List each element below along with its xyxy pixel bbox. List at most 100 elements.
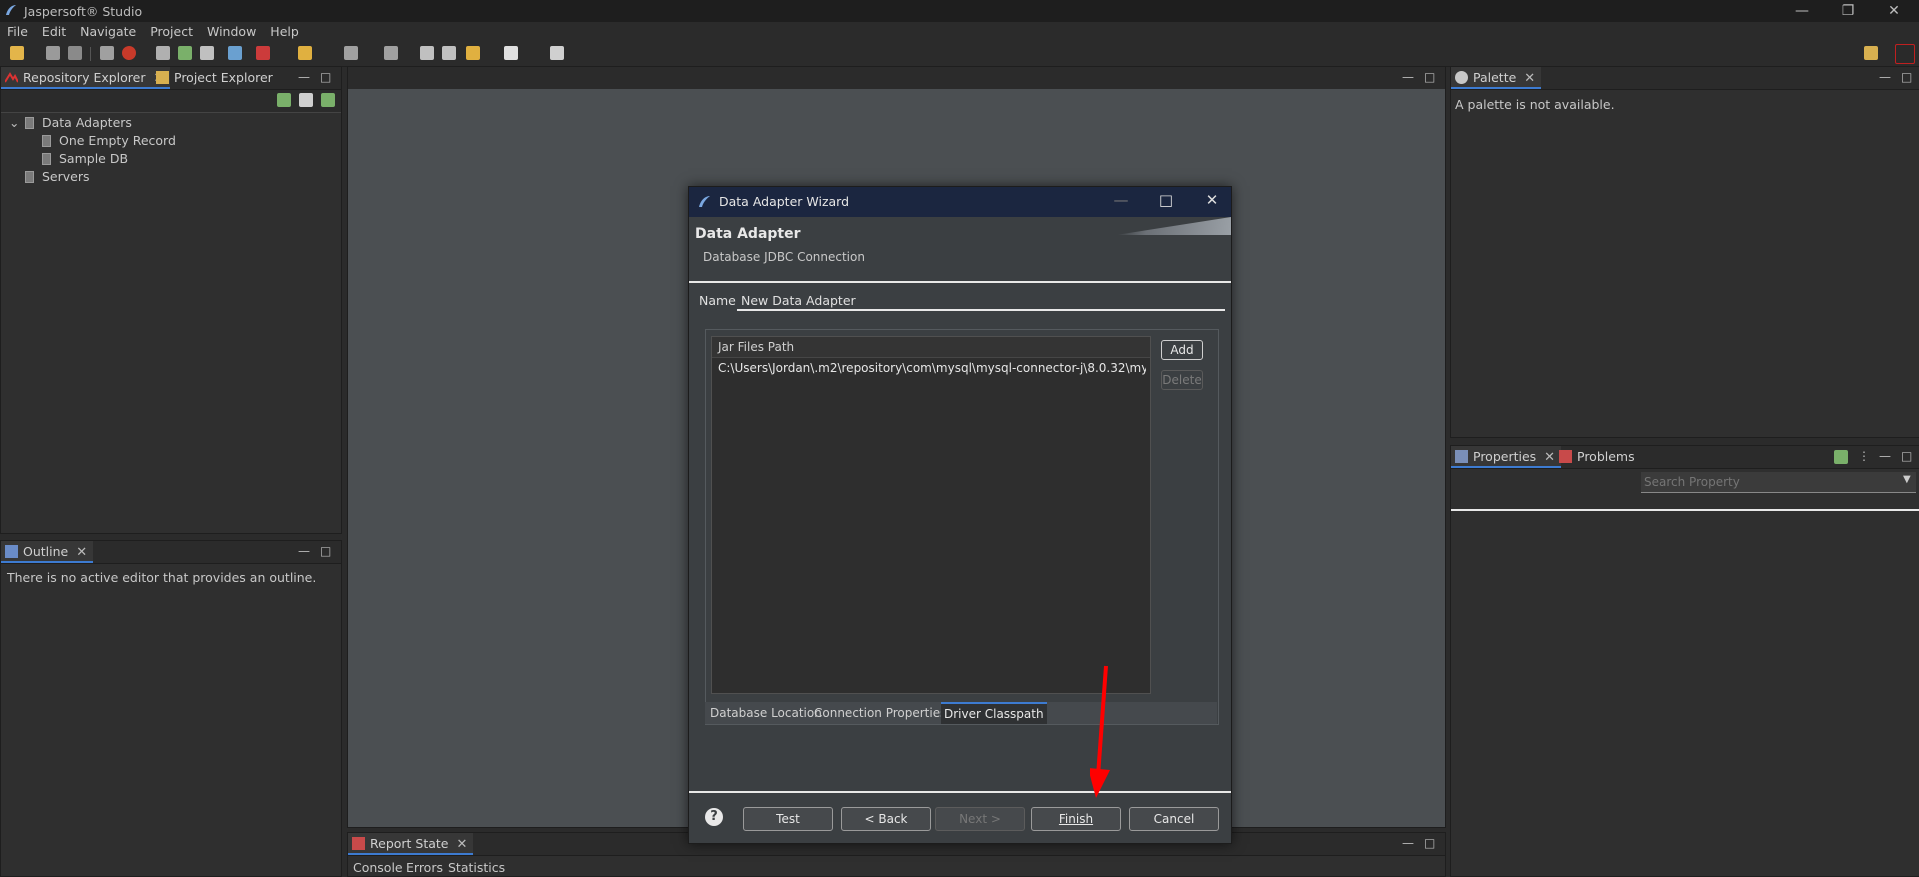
delete-jar-button[interactable]: Delete (1161, 370, 1203, 390)
back-button[interactable]: < Back (841, 807, 931, 831)
compile-icon[interactable] (100, 46, 114, 60)
close-tab-icon[interactable]: ✕ (1544, 450, 1555, 465)
button-bar-divider (689, 791, 1231, 793)
help-icon[interactable]: ? (705, 808, 723, 826)
subtab-driver-classpath[interactable]: Driver Classpath (941, 702, 1047, 724)
cancel-button[interactable]: Cancel (1129, 807, 1219, 831)
close-tab-icon[interactable]: ✕ (76, 545, 87, 560)
edit-icon[interactable] (200, 46, 214, 60)
tool-icon[interactable] (298, 46, 312, 60)
dialog-minimize-button[interactable]: — (1106, 191, 1136, 209)
back-arrow-icon[interactable] (466, 46, 480, 60)
tab-report-state[interactable]: Report State ✕ (348, 833, 474, 855)
dialog-title-bar: Data Adapter Wizard — □ ✕ (689, 187, 1231, 217)
new-icon[interactable] (10, 46, 24, 60)
menu-file[interactable]: File (0, 22, 35, 42)
properties-action-icon[interactable] (1834, 450, 1848, 464)
maximize-icon[interactable]: □ (1424, 836, 1435, 850)
tree-label: One Empty Record (59, 133, 176, 148)
palette-icon (1455, 71, 1468, 84)
bug-icon[interactable] (122, 46, 136, 60)
add-jar-button[interactable]: Add (1161, 340, 1203, 360)
save-all-icon[interactable] (68, 46, 82, 60)
tab-properties[interactable]: Properties ✕ (1451, 446, 1562, 468)
window-icon[interactable] (550, 46, 564, 60)
maximize-icon[interactable]: □ (320, 544, 331, 558)
menu-project[interactable]: Project (143, 22, 200, 42)
minimize-icon[interactable]: — (298, 70, 310, 84)
forward-nav-icon[interactable] (442, 46, 456, 60)
project-explorer-icon (156, 71, 169, 84)
menu-navigate[interactable]: Navigate (73, 22, 143, 42)
minimize-window-button[interactable]: — (1779, 0, 1825, 22)
tree-item-data-adapters[interactable]: ⌄ Data Adapters (9, 114, 132, 132)
maximize-icon[interactable]: □ (1901, 449, 1912, 463)
maximize-icon[interactable]: □ (1901, 70, 1912, 84)
dialog-heading: Data Adapter (695, 226, 801, 242)
tree-item-one-empty-record[interactable]: One Empty Record (42, 132, 176, 150)
dialog-subheading: Database JDBC Connection (703, 250, 865, 264)
restore-window-button[interactable]: ❐ (1825, 0, 1871, 22)
close-tab-icon[interactable]: ✕ (457, 837, 468, 852)
jaspersoft-perspective-icon[interactable] (1895, 44, 1915, 64)
finish-button[interactable]: Finish (1031, 807, 1121, 831)
subtab-connection-properties[interactable]: Connection Properties (811, 702, 949, 724)
tab-repository-explorer[interactable]: Repository Explorer✕ (1, 67, 171, 89)
view-menu-icon[interactable]: ⋮ (1858, 449, 1870, 463)
subtab-statistics[interactable]: Statistics (448, 860, 505, 875)
menu-window[interactable]: Window (200, 22, 263, 42)
import-icon[interactable] (321, 93, 335, 107)
tree-item-servers[interactable]: Servers (25, 168, 90, 186)
close-window-button[interactable]: ✕ (1871, 0, 1917, 22)
maximize-icon[interactable]: □ (1424, 70, 1435, 84)
dialog-header: Data Adapter Database JDBC Connection (689, 217, 1231, 283)
next-button[interactable]: Next > (935, 807, 1025, 831)
name-input[interactable] (737, 291, 1225, 311)
menu-edit[interactable]: Edit (35, 22, 73, 42)
dialog-close-button[interactable]: ✕ (1197, 191, 1227, 209)
tree-label: Sample DB (59, 151, 129, 166)
search-property-input[interactable] (1641, 472, 1902, 492)
subtab-database-location[interactable]: Database Location (707, 702, 825, 724)
minimize-icon[interactable]: — (298, 544, 310, 558)
publish-icon[interactable] (228, 46, 242, 60)
back-nav-icon[interactable] (420, 46, 434, 60)
test-button[interactable]: Test (743, 807, 833, 831)
minimize-icon[interactable]: — (1402, 836, 1414, 850)
annotation-icon[interactable] (384, 46, 398, 60)
tree-item-sample-db[interactable]: Sample DB (42, 150, 128, 168)
annotation-arrow-icon (1090, 665, 1110, 798)
data-adapter-wizard-dialog: Data Adapter Wizard — □ ✕ Data Adapter D… (688, 186, 1232, 844)
tab-outline[interactable]: Outline ✕ (1, 541, 94, 563)
dialog-maximize-button[interactable]: □ (1151, 191, 1181, 209)
tab-palette[interactable]: Palette ✕ (1451, 67, 1542, 89)
pin-icon[interactable] (344, 46, 358, 60)
open-perspective-icon[interactable] (1864, 46, 1878, 60)
outline-tabbar: Outline ✕ — □ (1, 541, 341, 564)
dropdown-chevron-icon[interactable]: ▼ (1903, 474, 1911, 485)
forward-arrow-icon[interactable] (504, 46, 518, 60)
subtab-console[interactable]: Console (353, 860, 403, 875)
toolbar-separator (90, 47, 91, 61)
close-tab-icon[interactable]: ✕ (1524, 71, 1535, 86)
save-icon[interactable] (46, 46, 60, 60)
outline-icon (5, 545, 18, 558)
export-icon[interactable] (156, 46, 170, 60)
export-all-icon[interactable] (178, 46, 192, 60)
maximize-icon[interactable]: □ (320, 70, 331, 84)
adapter-icon (42, 153, 51, 165)
minimize-icon[interactable]: — (1879, 449, 1891, 463)
tab-project-explorer[interactable]: Project Explorer (152, 67, 279, 89)
expand-chevron-icon[interactable]: ⌄ (9, 114, 19, 132)
jar-file-row[interactable]: C:\Users\Jordan\.m2\repository\com\mysql… (718, 361, 1146, 375)
new-data-adapter-icon[interactable] (277, 93, 291, 107)
minimize-icon[interactable]: — (1879, 70, 1891, 84)
minimize-icon[interactable]: — (1402, 70, 1414, 84)
edit-adapter-icon[interactable] (299, 93, 313, 107)
subtab-errors[interactable]: Errors (406, 860, 443, 875)
menu-help[interactable]: Help (263, 22, 306, 42)
palette-message: A palette is not available. (1455, 97, 1615, 112)
jar-files-list[interactable]: Jar Files Path C:\Users\Jordan\.m2\repos… (711, 336, 1151, 694)
tab-problems[interactable]: Problems (1555, 446, 1641, 468)
run-icon[interactable] (256, 46, 270, 60)
